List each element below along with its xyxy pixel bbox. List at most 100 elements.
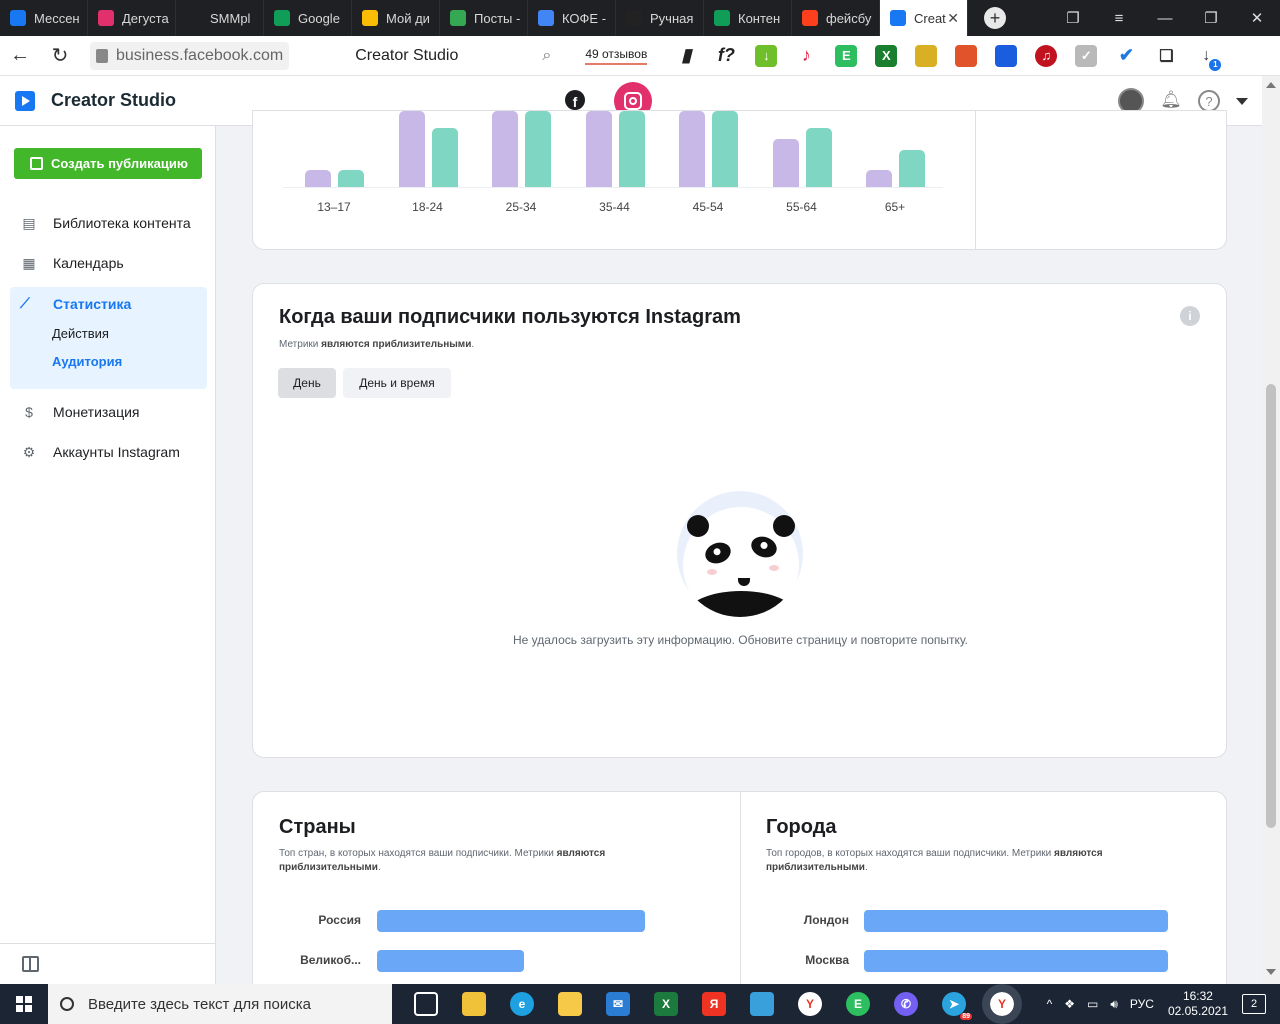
age-axis-label: 55-64 (786, 200, 817, 214)
new-tab-button[interactable]: + (984, 7, 1006, 29)
sidebar-subitem-audience[interactable]: Аудитория (52, 354, 122, 369)
age-axis-label: 65+ (884, 200, 906, 214)
browser-tab[interactable]: фейсбу (792, 0, 880, 36)
tab-favicon-icon (538, 10, 554, 26)
tray-expand-icon[interactable]: ^ (1047, 997, 1053, 1011)
yandex-browser-icon[interactable]: Y (798, 992, 822, 1016)
yandex-icon[interactable]: Я (702, 992, 726, 1016)
minimize-button[interactable]: — (1142, 0, 1188, 36)
shield-icon[interactable] (995, 44, 1018, 67)
store-icon[interactable] (462, 992, 486, 1016)
notifications-icon[interactable]: 2 (1242, 994, 1266, 1014)
downloads-icon[interactable]: ↓ 1 (1195, 44, 1222, 71)
create-post-button[interactable]: Создать публикацию (14, 148, 202, 179)
stripes-ext-icon[interactable] (915, 44, 938, 67)
telegram-icon[interactable]: ➤ 89 (942, 992, 972, 1020)
clock[interactable]: 16:32 02.05.2021 (1168, 989, 1228, 1019)
age-bar (805, 128, 832, 187)
restore-button[interactable]: ❐ (1188, 0, 1234, 36)
reload-button[interactable]: ↻ (40, 36, 80, 76)
network-icon[interactable]: ▭ (1087, 997, 1098, 1011)
info-icon[interactable]: i (1180, 306, 1200, 326)
age-bar-chart (283, 111, 943, 188)
language-indicator[interactable]: РУС (1130, 997, 1154, 1011)
collapse-sidebar-icon[interactable] (22, 956, 39, 972)
viber-icon[interactable]: ✆ (894, 992, 918, 1016)
close-window-button[interactable]: ✕ (1234, 0, 1280, 36)
sidebar-item-library[interactable]: ▤ Библиотека контента (20, 215, 190, 232)
shield-check-icon[interactable]: ✓ (1075, 44, 1098, 67)
page-scrollbar[interactable] (1262, 76, 1280, 984)
menu-icon[interactable]: ≡ (1096, 0, 1142, 36)
windows-logo-icon (16, 996, 32, 1012)
evernote-icon[interactable]: E (846, 992, 870, 1016)
browser-tab[interactable]: Контен (704, 0, 792, 36)
check-ext-icon[interactable]: ✔ (1115, 44, 1138, 67)
tab-label: Мессен (34, 10, 80, 26)
sidebar-item-calendar[interactable]: ▦ Календарь (20, 255, 123, 272)
card-divider (975, 111, 976, 250)
app-title: Creator Studio (51, 90, 177, 110)
downloads-badge: 1 (1209, 58, 1222, 71)
excel-ext-icon[interactable]: X (875, 44, 898, 67)
scroll-down-icon[interactable] (1266, 969, 1276, 975)
mail-icon[interactable]: ✉ (606, 992, 630, 1016)
error-message: Не удалось загрузить эту информацию. Обн… (512, 633, 968, 647)
tab-day[interactable]: День (278, 368, 336, 398)
bell-icon[interactable]: 🔔︎ (1160, 90, 1182, 112)
age-bar (492, 111, 518, 187)
browser-tab[interactable]: Мой ди (352, 0, 440, 36)
sidebar-item-label: Монетизация (53, 404, 140, 420)
help-icon[interactable]: ? (1198, 90, 1220, 112)
tab-day-and-time[interactable]: День и время (343, 368, 451, 398)
active-times-card: Когда ваши подписчики пользуются Instagr… (252, 283, 1227, 758)
collections-ext-icon[interactable]: ❏ (1155, 44, 1178, 67)
tab-label: фейсбу (826, 10, 872, 26)
explorer-icon[interactable] (558, 992, 582, 1016)
tab-creator-studio[interactable]: Creat ✕ (880, 0, 968, 36)
collections-icon[interactable]: ❐ (1050, 0, 1096, 36)
sidebar: Создать публикацию ▤ Библиотека контента… (0, 126, 216, 984)
chevron-down-icon[interactable] (1236, 97, 1248, 105)
reviews-link[interactable]: 49 отзывов (585, 47, 648, 65)
url-field[interactable]: business.facebook.com (90, 41, 290, 70)
yandex-browser-active-icon[interactable]: Y (982, 984, 1022, 1024)
sidebar-item-instagram-accounts[interactable]: ⚙ Аккаунты Instagram (20, 444, 180, 461)
browser-tab[interactable]: Посты - (440, 0, 528, 36)
music-ext-icon[interactable]: ♪ (795, 44, 818, 67)
start-button[interactable] (0, 984, 48, 1024)
music-app-icon[interactable]: ♫ (1035, 44, 1058, 67)
download-ext-icon[interactable]: ↓ (755, 44, 778, 67)
sidebar-stats-group: ⟋ Статистика Действия Аудитория (10, 287, 207, 389)
taskbar-search[interactable]: Введите здесь текст для поиска (48, 984, 392, 1024)
scroll-thumb[interactable] (1266, 384, 1276, 828)
countries-bar (377, 950, 525, 972)
create-post-label: Создать публикацию (51, 156, 188, 171)
back-button[interactable]: ← (0, 36, 40, 76)
volume-icon[interactable]: 🔊︎ (1110, 997, 1118, 1012)
computer-icon[interactable] (750, 992, 774, 1016)
close-tab-icon[interactable]: ✕ (947, 10, 959, 27)
sidebar-item-monetization[interactable]: $ Монетизация (20, 404, 140, 420)
sidebar-subitem-actions[interactable]: Действия (52, 326, 109, 341)
tab-favicon-icon (10, 10, 26, 26)
sidebar-item-statistics[interactable]: ⟋ Статистика (20, 295, 131, 312)
browser-tab[interactable]: Ручная (616, 0, 704, 36)
edge-icon[interactable]: e (510, 992, 534, 1016)
creator-studio-tab-icon (890, 10, 906, 26)
excel-icon[interactable]: X (654, 992, 678, 1016)
search-icon[interactable]: ⌕ (542, 47, 551, 65)
font-finder-icon[interactable]: f? (715, 44, 738, 67)
browser-tab[interactable]: КОФЕ - (528, 0, 616, 36)
scroll-up-icon[interactable] (1266, 82, 1276, 88)
browser-tab[interactable]: Дегуста (88, 0, 176, 36)
dropbox-icon[interactable]: ❖ (1064, 997, 1075, 1011)
browser-tab[interactable]: SMMpl (176, 0, 264, 36)
browser-tab[interactable]: Google (264, 0, 352, 36)
facebook-icon[interactable]: f (565, 90, 585, 110)
task-view-icon[interactable] (414, 992, 438, 1016)
browser-tab[interactable]: Мессен (0, 0, 88, 36)
evernote-icon[interactable]: E (835, 44, 858, 67)
stripes2-ext-icon[interactable] (955, 44, 978, 67)
bookmark-icon[interactable]: ▮ (675, 44, 698, 67)
